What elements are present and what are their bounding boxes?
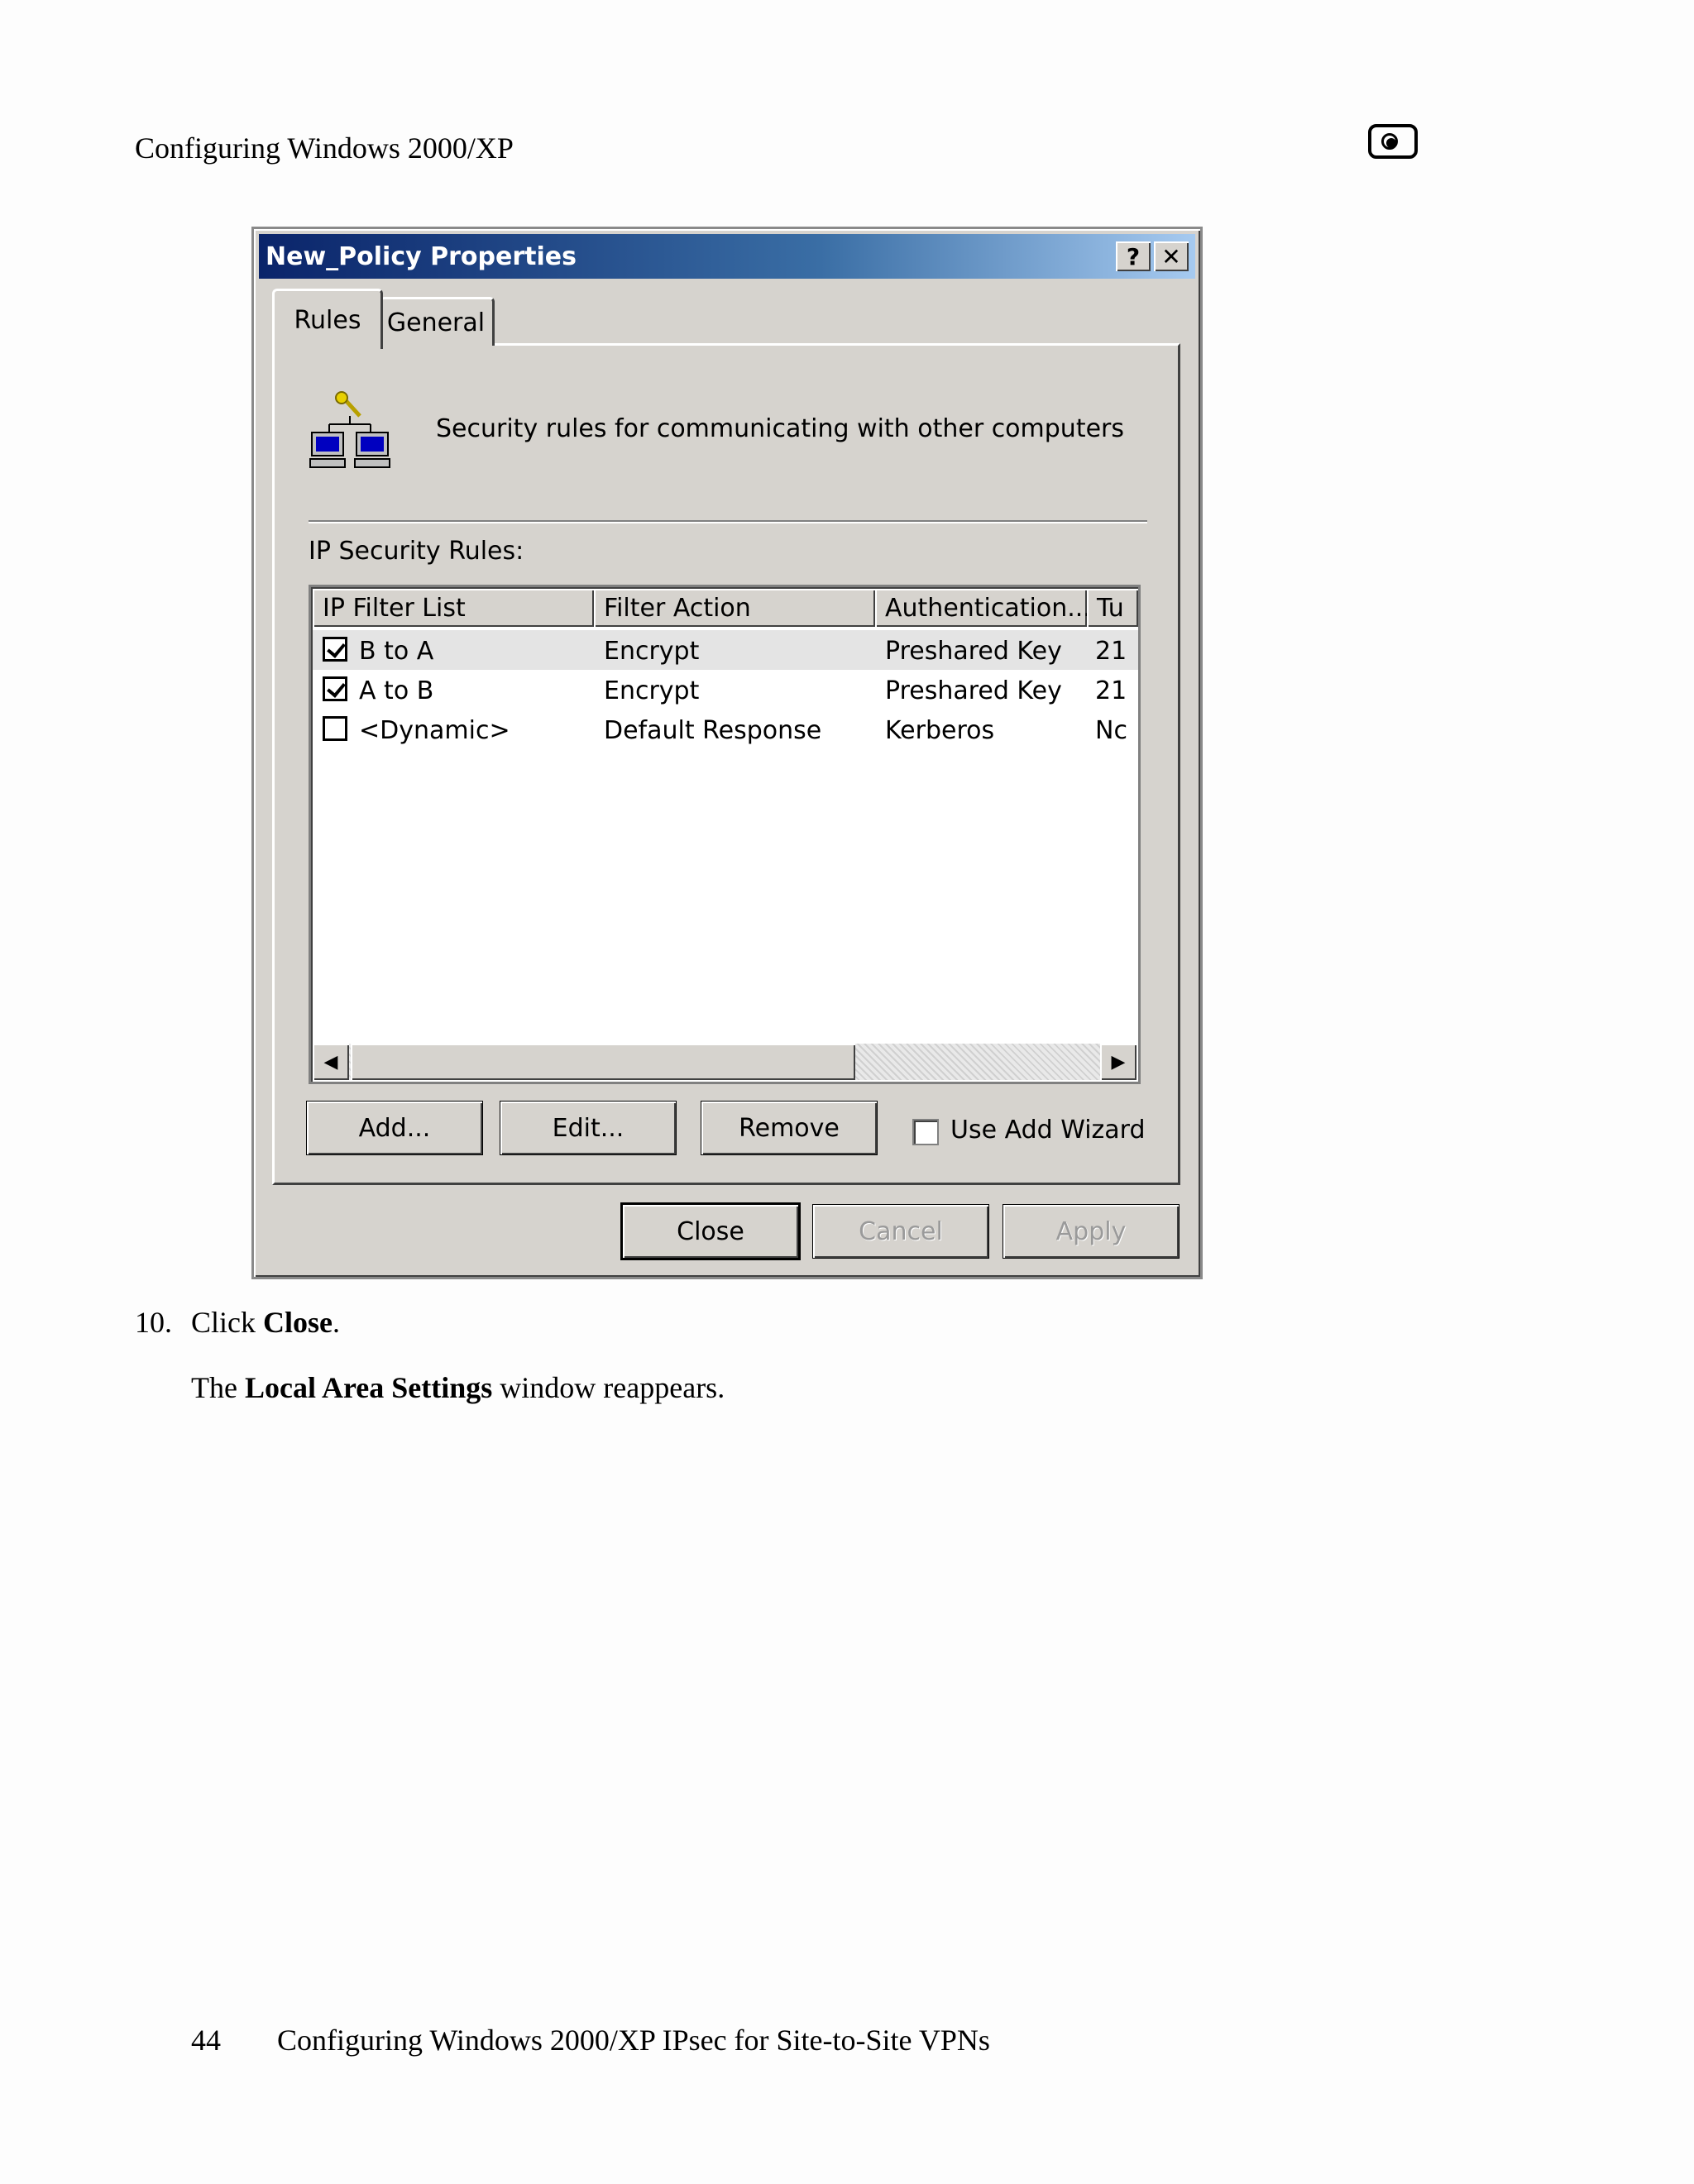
cell-filter-list: A to B bbox=[359, 676, 434, 705]
cell-tunnel: Nc bbox=[1095, 716, 1127, 745]
close-window-icon[interactable]: ✕ bbox=[1154, 241, 1189, 271]
cancel-button[interactable]: Cancel bbox=[813, 1205, 988, 1258]
step-number: 10. bbox=[135, 1306, 172, 1339]
close-button[interactable]: Close bbox=[623, 1205, 798, 1258]
cell-tunnel: 21 bbox=[1095, 637, 1127, 666]
para-suffix: window reappears. bbox=[492, 1371, 725, 1404]
use-add-wizard-checkbox[interactable] bbox=[912, 1119, 939, 1145]
para-prefix: The bbox=[191, 1371, 245, 1404]
rules-description: Security rules for communicating with ot… bbox=[436, 414, 1125, 443]
dialog-title: New_Policy Properties bbox=[266, 242, 577, 271]
remove-button[interactable]: Remove bbox=[701, 1102, 877, 1154]
column-ip-filter-list[interactable]: IP Filter List bbox=[313, 589, 594, 627]
tab-rules[interactable]: Rules bbox=[272, 289, 383, 349]
scroll-right-icon[interactable]: ▶ bbox=[1100, 1044, 1137, 1080]
edit-button[interactable]: Edit... bbox=[500, 1102, 676, 1154]
cell-filter-action: Encrypt bbox=[604, 637, 700, 666]
column-tunnel[interactable]: Tu bbox=[1087, 589, 1138, 627]
cell-filter-action: Encrypt bbox=[604, 676, 700, 705]
cell-filter-action: Default Response bbox=[604, 716, 822, 745]
table-row[interactable]: A to B Encrypt Preshared Key 21 bbox=[313, 670, 1138, 710]
product-logo-icon bbox=[1368, 124, 1418, 159]
ip-security-rules-label: IP Security Rules: bbox=[309, 537, 524, 566]
add-button[interactable]: Add... bbox=[307, 1102, 482, 1154]
rule-checkbox[interactable] bbox=[323, 716, 347, 741]
cell-filter-list: B to A bbox=[359, 637, 434, 666]
page-footer: 44 Configuring Windows 2000/XP IPsec for … bbox=[191, 2023, 990, 2057]
scroll-left-icon[interactable]: ◀ bbox=[313, 1044, 349, 1080]
cell-tunnel: 21 bbox=[1095, 676, 1127, 705]
apply-button[interactable]: Apply bbox=[1003, 1205, 1179, 1258]
horizontal-scrollbar[interactable]: ◀ ▶ bbox=[313, 1044, 1137, 1080]
policy-properties-dialog: New_Policy Properties ? ✕ Rules General … bbox=[251, 227, 1203, 1279]
step-text-bold: Close bbox=[263, 1306, 333, 1339]
list-header: IP Filter List Filter Action Authenticat… bbox=[313, 589, 1138, 628]
rule-checkbox[interactable] bbox=[323, 637, 347, 662]
dialog-titlebar[interactable]: New_Policy Properties ? ✕ bbox=[259, 234, 1195, 279]
para-bold: Local Area Settings bbox=[244, 1371, 493, 1404]
cell-authentication: Kerberos bbox=[885, 716, 995, 745]
cell-authentication: Preshared Key bbox=[885, 637, 1062, 666]
column-authentication[interactable]: Authentication... bbox=[875, 589, 1087, 627]
step-text-prefix: Click bbox=[191, 1306, 263, 1339]
page-number: 44 bbox=[191, 2024, 221, 2057]
security-rules-icon bbox=[309, 391, 390, 468]
ip-security-rules-list[interactable]: IP Filter List Filter Action Authenticat… bbox=[309, 585, 1141, 1084]
column-filter-action[interactable]: Filter Action bbox=[594, 589, 875, 627]
table-row[interactable]: <Dynamic> Default Response Kerberos Nc bbox=[313, 710, 1138, 749]
rule-checkbox[interactable] bbox=[323, 676, 347, 701]
tab-general[interactable]: General bbox=[380, 297, 495, 346]
result-paragraph: The Local Area Settings window reappears… bbox=[191, 1370, 725, 1405]
help-button[interactable]: ? bbox=[1116, 241, 1151, 271]
cell-authentication: Preshared Key bbox=[885, 676, 1062, 705]
cell-filter-list: <Dynamic> bbox=[359, 716, 510, 745]
step-text-suffix: . bbox=[333, 1306, 340, 1339]
footer-title: Configuring Windows 2000/XP IPsec for Si… bbox=[277, 2024, 990, 2057]
use-add-wizard-label[interactable]: Use Add Wizard bbox=[950, 1116, 1146, 1145]
step-instruction: 10. Click Close. bbox=[135, 1305, 340, 1340]
page-header: Configuring Windows 2000/XP bbox=[135, 131, 514, 165]
scrollbar-thumb[interactable] bbox=[351, 1044, 855, 1080]
separator bbox=[309, 520, 1147, 523]
table-row[interactable]: B to A Encrypt Preshared Key 21 bbox=[313, 630, 1138, 670]
